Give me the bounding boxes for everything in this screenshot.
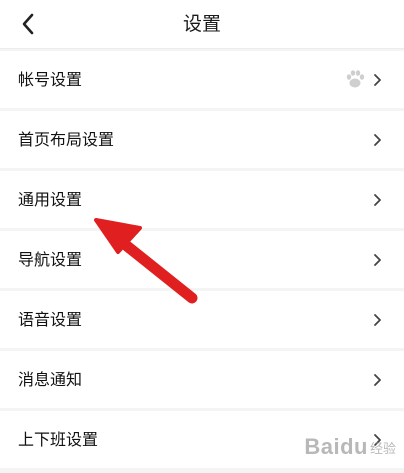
settings-item-account[interactable]: 帐号设置 (0, 51, 404, 108)
chevron-right-icon (374, 194, 381, 206)
settings-item-label: 导航设置 (18, 250, 83, 269)
back-button[interactable] (10, 6, 46, 42)
settings-item-voice[interactable]: 语音设置 (0, 291, 404, 348)
settings-item-label: 上下班设置 (18, 430, 99, 449)
page-title: 设置 (182, 13, 221, 35)
settings-item-home-layout[interactable]: 首页布局设置 (0, 111, 404, 168)
settings-item-commute[interactable]: 上下班设置 (0, 411, 404, 468)
chevron-right-icon (374, 74, 381, 86)
settings-item-notifications[interactable]: 消息通知 (0, 351, 404, 408)
chevron-right-icon (374, 374, 381, 386)
header-bar: 设置 (0, 0, 404, 49)
settings-item-label: 语音设置 (18, 310, 83, 329)
settings-item-navigation[interactable]: 导航设置 (0, 231, 404, 288)
settings-item-label: 消息通知 (18, 370, 83, 389)
settings-item-label: 通用设置 (18, 190, 83, 209)
chevron-right-icon (374, 254, 381, 266)
chevron-right-icon (374, 314, 381, 326)
settings-item-general[interactable]: 通用设置 (0, 171, 404, 228)
settings-screen: 设置 帐号设置 首页布局设置 通用设置 导航设置 语音设置 消息通知 上下班设置… (0, 0, 404, 473)
settings-item-label: 帐号设置 (18, 70, 83, 89)
chevron-right-icon (374, 134, 381, 146)
paw-icon (346, 70, 365, 88)
settings-list: 帐号设置 首页布局设置 通用设置 导航设置 语音设置 消息通知 上下班设置 (0, 51, 404, 471)
chevron-left-icon (22, 13, 34, 35)
settings-item-label: 首页布局设置 (18, 130, 115, 149)
chevron-right-icon (374, 434, 381, 446)
